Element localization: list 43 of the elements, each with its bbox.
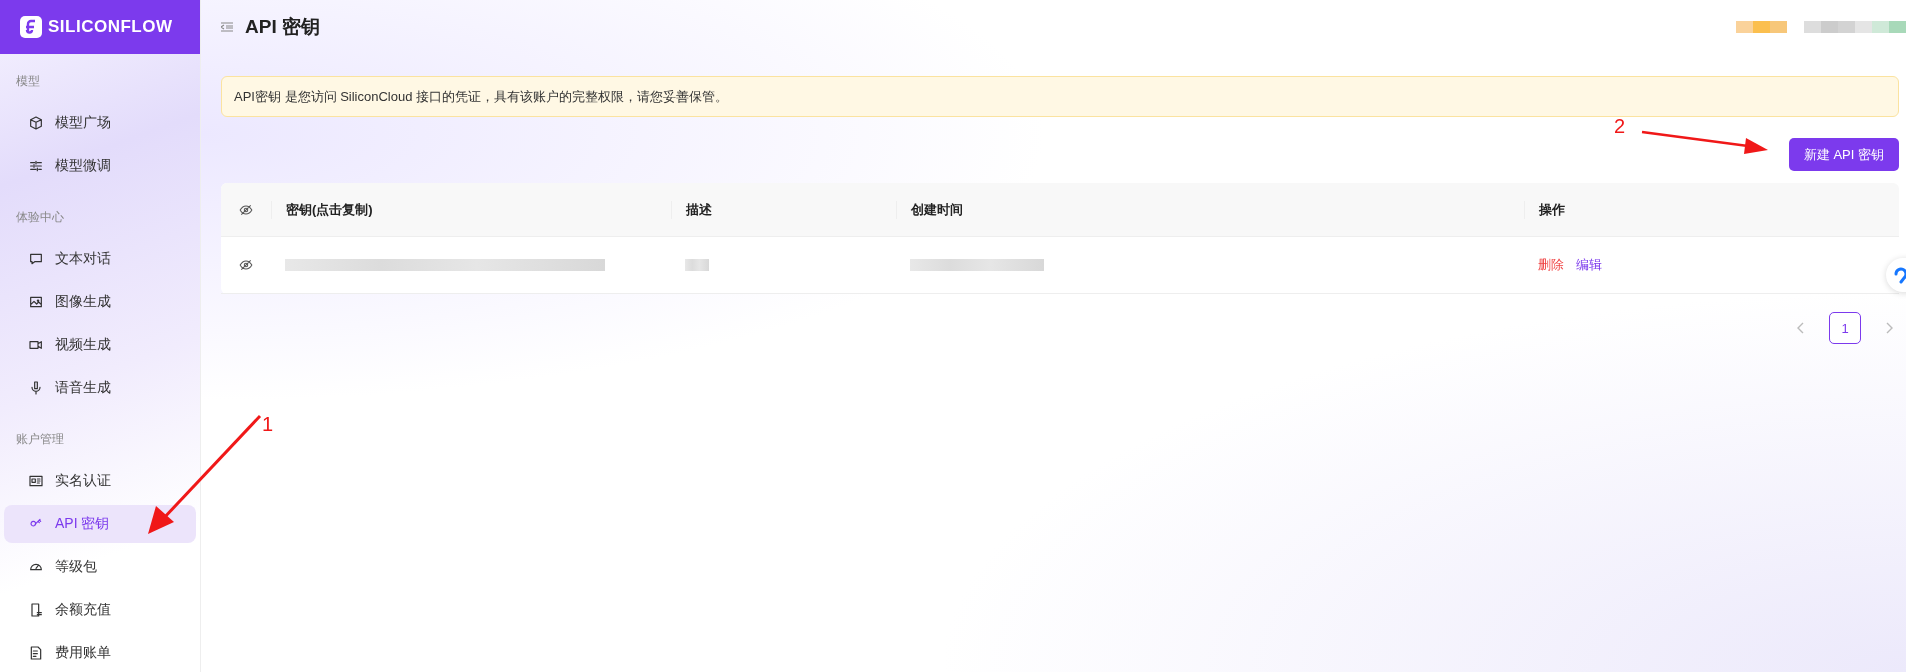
logo-icon bbox=[20, 16, 42, 38]
nav-icon bbox=[28, 645, 44, 661]
section-label: 账户管理 bbox=[15, 431, 65, 448]
nav-item[interactable]: 等级包 bbox=[4, 548, 196, 586]
collapse-icon[interactable] bbox=[221, 22, 233, 32]
nav-item[interactable]: 语音生成 bbox=[4, 369, 196, 407]
column-header: 描述 bbox=[686, 201, 712, 217]
nav-icon bbox=[28, 294, 44, 310]
column-header: 操作 bbox=[1539, 200, 1565, 219]
nav-icon bbox=[28, 602, 44, 618]
annotation-number: 2 bbox=[1614, 116, 1626, 136]
nav-item[interactable]: 余额充值 bbox=[4, 591, 196, 629]
nav-item[interactable]: 图像生成 bbox=[4, 283, 196, 321]
page-title: API 密钥 bbox=[245, 15, 320, 39]
notice-banner: API密钥 是您访问 SiliconCloud 接口的凭证，具有该账户的完整权限，请您妥善保管。 bbox=[221, 76, 1899, 117]
section-label: 体验中心 bbox=[15, 209, 65, 226]
nav-item[interactable]: 视频生成 bbox=[4, 326, 196, 364]
next-page-icon[interactable] bbox=[1885, 322, 1893, 334]
annotation-number: 1 bbox=[262, 414, 274, 434]
action-link[interactable]: 删除 bbox=[1538, 256, 1564, 274]
nav-icon bbox=[28, 473, 44, 489]
nav-item[interactable]: 模型微调 bbox=[4, 147, 196, 185]
nav-item[interactable]: 费用账单 bbox=[4, 634, 196, 672]
logo-text: SILICONFLOW bbox=[48, 17, 173, 37]
help-logo-icon bbox=[1894, 266, 1906, 284]
nav-icon bbox=[28, 251, 44, 267]
nav-icon bbox=[28, 380, 44, 396]
redacted-description bbox=[685, 259, 709, 271]
nav-item[interactable]: 实名认证 bbox=[4, 462, 196, 500]
nav-item[interactable]: 文本对话 bbox=[4, 240, 196, 278]
nav-item[interactable]: 模型广场 bbox=[4, 104, 196, 142]
column-header: 密钥(点击复制) bbox=[286, 201, 373, 217]
page-button[interactable]: 1 bbox=[1829, 312, 1861, 344]
prev-page-icon[interactable] bbox=[1797, 322, 1805, 334]
eye-off-icon[interactable] bbox=[239, 202, 253, 217]
eye-off-icon[interactable] bbox=[239, 258, 253, 272]
section-label: 模型 bbox=[15, 73, 41, 90]
action-link[interactable]: 编辑 bbox=[1576, 256, 1602, 274]
create-key-button[interactable]: 新建 API 密钥 bbox=[1788, 138, 1899, 171]
nav-icon bbox=[28, 115, 44, 131]
nav-item[interactable]: API 密钥 bbox=[4, 505, 196, 543]
column-header: 创建时间 bbox=[911, 201, 963, 217]
nav-icon bbox=[28, 158, 44, 174]
